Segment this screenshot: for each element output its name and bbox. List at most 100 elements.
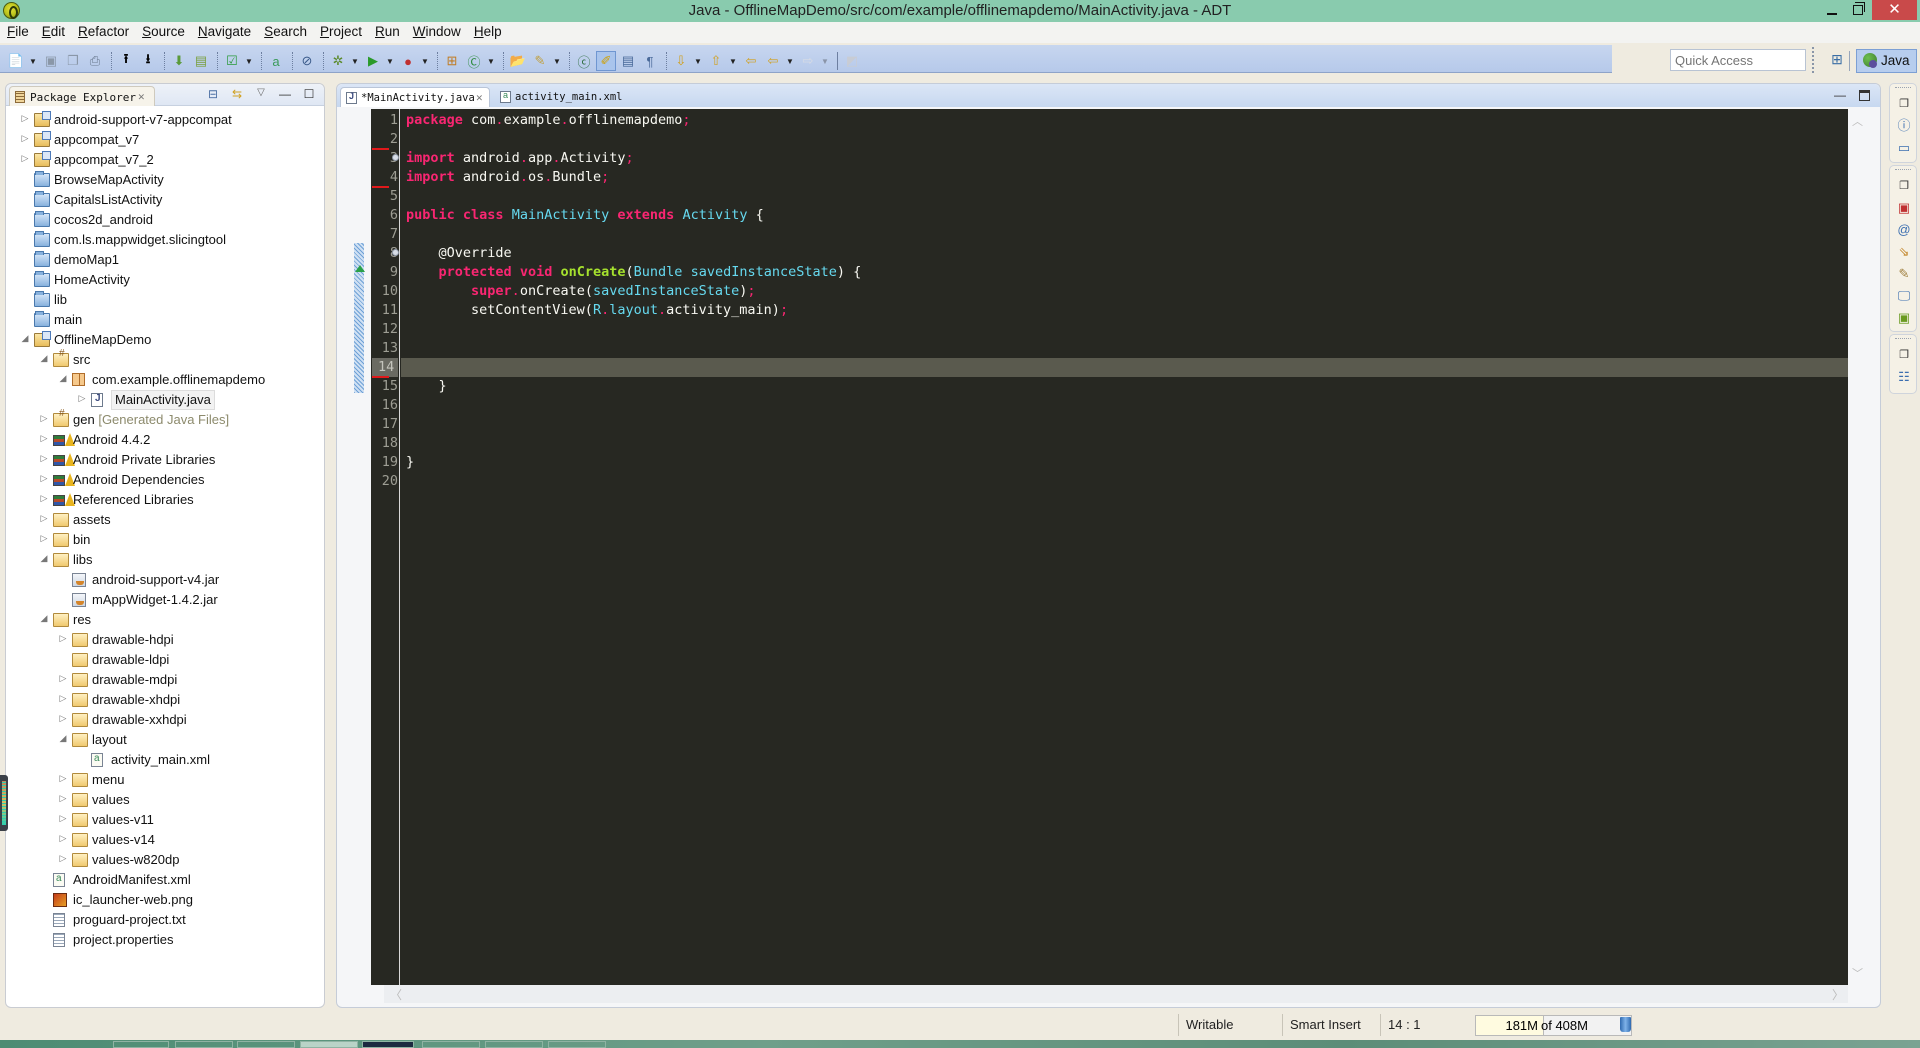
view-menu-icon[interactable]: ▽ [254, 87, 268, 101]
android-devices-icon[interactable]: ▣ [1890, 307, 1918, 329]
logcat-icon[interactable]: ✎ [1890, 263, 1918, 285]
new-class-dropdown-icon[interactable]: ▼ [486, 57, 496, 66]
collapse-all-icon[interactable]: ⊟ [206, 87, 220, 101]
debug-icon[interactable]: ✲ [328, 51, 348, 71]
collapsed-arrow-icon[interactable]: ▷ [39, 473, 49, 484]
tree-item[interactable]: ◢ src [6, 348, 324, 370]
expanded-arrow-icon[interactable]: ◢ [39, 553, 49, 564]
code-line[interactable]: public class MainActivity extends Activi… [406, 206, 764, 225]
external-tools-icon[interactable]: ● [398, 51, 418, 71]
print-icon[interactable]: ⎙ [85, 51, 105, 71]
android-sdk-manager-icon[interactable]: ⬇ [169, 51, 189, 71]
collapsed-arrow-icon[interactable]: ▷ [39, 453, 49, 464]
code-line[interactable]: package com.example.offlinemapdemo; [406, 111, 691, 130]
menu-project[interactable]: Project [320, 22, 369, 43]
taskbar-item[interactable] [422, 1041, 480, 1048]
tree-item[interactable]: android-support-v4.jar [6, 570, 324, 590]
code-line[interactable]: import android.app.Activity; [406, 149, 634, 168]
code-line[interactable]: super.onCreate(savedInstanceState); [406, 282, 756, 301]
back-dropdown-icon[interactable]: ▼ [785, 57, 795, 66]
tree-item[interactable]: activity_main.xml [6, 750, 324, 770]
previous-annotation-dropdown-icon[interactable]: ▼ [728, 57, 738, 66]
next-annotation-icon[interactable]: ⇩ [671, 51, 691, 71]
android-avd-manager-icon[interactable]: ▤ [191, 51, 211, 71]
collapsed-arrow-icon[interactable]: ▷ [39, 513, 49, 524]
taskbar-item[interactable] [175, 1041, 233, 1048]
taskbar-item[interactable] [548, 1041, 606, 1048]
menu-navigate[interactable]: Navigate [198, 22, 258, 43]
code-editor[interactable]: 1package com.example.offlinemapdemo;23im… [354, 109, 1848, 985]
code-line[interactable]: protected void onCreate(Bundle savedInst… [406, 263, 862, 282]
minimize-view-icon[interactable]: — [278, 87, 292, 101]
tree-item[interactable]: ▷ bin [6, 530, 324, 550]
restore-icon[interactable]: ❐ [1890, 93, 1918, 115]
expanded-arrow-icon[interactable]: ◢ [39, 353, 49, 364]
new-android-xml-icon[interactable]: a [266, 51, 286, 71]
forward-dropdown-icon[interactable]: ▼ [820, 57, 830, 66]
close-icon[interactable]: ✕ [476, 91, 483, 104]
close-button[interactable]: ✕ [1872, 0, 1917, 20]
tree-item[interactable]: project.properties [6, 930, 324, 950]
expanded-arrow-icon[interactable]: ◢ [39, 613, 49, 624]
expanded-arrow-icon[interactable]: ◢ [58, 373, 68, 384]
tree-item[interactable]: ▷ values-v14 [6, 830, 324, 850]
new-dropdown-icon[interactable]: ▼ [28, 57, 38, 66]
scroll-up-icon[interactable]: ︿ [1852, 113, 1863, 129]
tree-item[interactable]: ▷ gen [Generated Java Files] [6, 408, 324, 430]
collapsed-arrow-icon[interactable]: ▷ [58, 793, 68, 804]
tree-item[interactable]: ▷ values-v11 [6, 810, 324, 830]
show-block-icon[interactable]: ▤ [618, 51, 638, 71]
tree-item[interactable]: ◢ libs [6, 550, 324, 570]
scroll-down-icon[interactable]: ﹀ [1852, 965, 1863, 981]
tree-item[interactable]: com.ls.mappwidget.slicingtool [6, 230, 324, 250]
show-whitespace-icon[interactable]: ¶ [640, 51, 660, 71]
save-icon[interactable]: ▣ [41, 51, 61, 71]
restore-icon[interactable]: ❐ [1890, 175, 1918, 197]
declaration-icon[interactable]: ⇘ [1890, 241, 1918, 263]
next-annotation-dropdown-icon[interactable]: ▼ [693, 57, 703, 66]
heap-status[interactable]: 181M of 408M [1475, 1015, 1632, 1036]
help-icon[interactable]: ⓘ [1890, 115, 1918, 137]
collapsed-arrow-icon[interactable]: ▷ [58, 693, 68, 704]
tree-item[interactable]: ▷ drawable-hdpi [6, 630, 324, 650]
open-perspective-icon[interactable]: ⊞ [1828, 51, 1846, 69]
skip-breakpoints-icon[interactable]: ⊘ [297, 51, 317, 71]
collapsed-arrow-icon[interactable]: ▷ [77, 393, 87, 404]
side-meter-widget[interactable] [0, 775, 8, 831]
package-explorer-tab[interactable]: Package Explorer ✕ [9, 86, 155, 106]
view-icon[interactable]: ▭ [1890, 137, 1918, 159]
tree-item[interactable]: ▷ values-w820dp [6, 850, 324, 870]
previous-annotation-icon[interactable]: ⇧ [706, 51, 726, 71]
menu-edit[interactable]: Edit [42, 22, 72, 43]
debug-dropdown-icon[interactable]: ▼ [350, 57, 360, 66]
outline-icon[interactable]: ☷ [1890, 366, 1918, 388]
tree-item[interactable]: drawable-ldpi [6, 650, 324, 670]
pin-editor-icon[interactable]: ◩ [842, 51, 862, 71]
override-marker-icon[interactable] [355, 265, 365, 272]
code-line[interactable]: import android.os.Bundle; [406, 168, 609, 187]
menu-source[interactable]: Source [142, 22, 192, 43]
open-type-icon[interactable]: 📂 [508, 51, 528, 71]
collapsed-arrow-icon[interactable]: ▷ [39, 493, 49, 504]
tree-item[interactable]: ic_launcher-web.png [6, 890, 324, 910]
collapsed-arrow-icon[interactable]: ▷ [58, 833, 68, 844]
lint-dropdown-icon[interactable]: ▼ [244, 57, 254, 66]
new-class-icon[interactable]: Ⓒ [464, 51, 484, 71]
tree-item[interactable]: ▷ appcompat_v7 [6, 130, 324, 150]
fold-toggle-icon[interactable] [392, 249, 399, 256]
collapsed-arrow-icon[interactable]: ▷ [20, 133, 30, 144]
open-task-icon[interactable]: ⓒ [574, 51, 594, 71]
tree-item[interactable]: cocos2d_android [6, 210, 324, 230]
code-line[interactable]: setContentView(R.layout.activity_main); [406, 301, 788, 320]
expanded-arrow-icon[interactable]: ◢ [58, 733, 68, 744]
menu-window[interactable]: Window [413, 22, 468, 43]
run-dropdown-icon[interactable]: ▼ [385, 57, 395, 66]
tree-item[interactable]: ▷ Android Private Libraries [6, 450, 324, 470]
download-icon[interactable]: ⭳ [138, 51, 158, 71]
tree-item[interactable]: BrowseMapActivity [6, 170, 324, 190]
taskbar-item[interactable] [300, 1041, 358, 1048]
external-tools-dropdown-icon[interactable]: ▼ [420, 57, 430, 66]
collapsed-arrow-icon[interactable]: ▷ [58, 713, 68, 724]
taskbar-item[interactable] [362, 1041, 414, 1048]
search-icon[interactable]: ✎ [530, 51, 550, 71]
